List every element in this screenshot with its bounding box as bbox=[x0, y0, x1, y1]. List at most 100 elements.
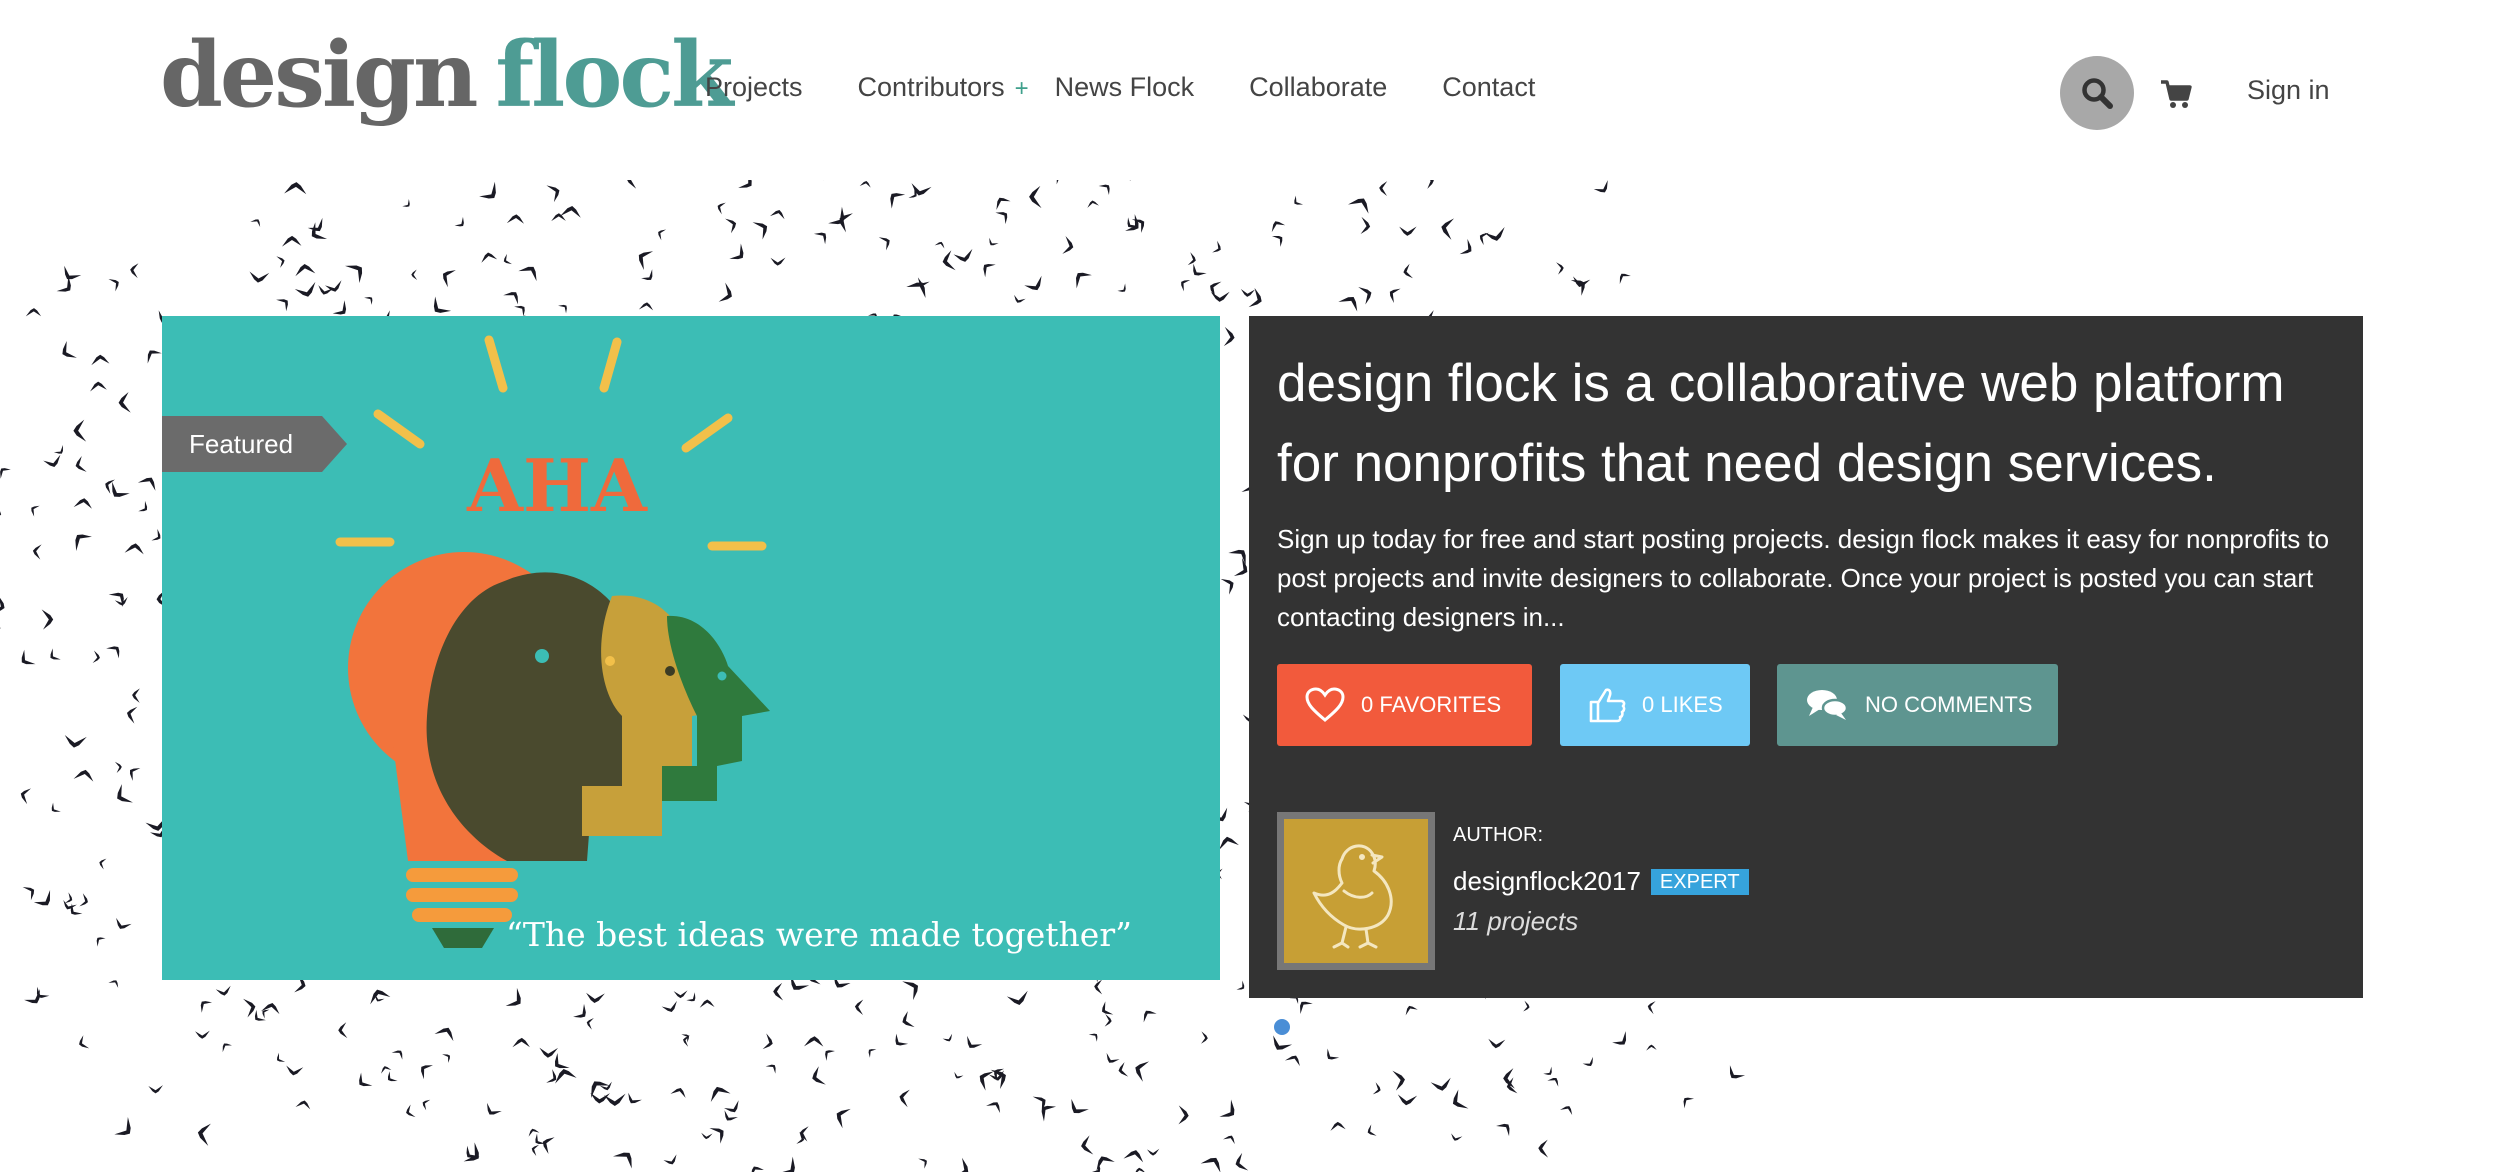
logo-word-flock: flock bbox=[495, 22, 733, 128]
flock-bird bbox=[638, 301, 655, 312]
flock-bird bbox=[1079, 1135, 1094, 1156]
flock-bird bbox=[1724, 1064, 1746, 1084]
flock-bird bbox=[1133, 1167, 1146, 1172]
flock-bird bbox=[514, 301, 529, 318]
flock-bird bbox=[770, 256, 786, 267]
flock-bird bbox=[1035, 1100, 1058, 1122]
flock-bird bbox=[73, 419, 87, 442]
flock-bird bbox=[0, 828, 1, 853]
flock-bird bbox=[1556, 261, 1565, 275]
flock-bird bbox=[1646, 1044, 1657, 1051]
flock-bird bbox=[700, 1131, 713, 1140]
flock-bird bbox=[503, 287, 524, 306]
flock-bird bbox=[585, 991, 605, 1005]
flock-bird bbox=[68, 528, 93, 551]
flock-bird bbox=[506, 213, 525, 225]
flock-bird bbox=[865, 1045, 877, 1058]
flock-bird bbox=[584, 1075, 611, 1098]
author-name-link[interactable]: designflock2017 bbox=[1453, 866, 1641, 897]
flock-bird bbox=[404, 1104, 416, 1120]
sign-in-link[interactable]: Sign in bbox=[2247, 75, 2330, 106]
flock-bird bbox=[1386, 284, 1402, 304]
flock-bird bbox=[1188, 262, 1207, 281]
author-projects-count: 11 projects bbox=[1453, 906, 1579, 936]
flock-bird bbox=[1131, 214, 1149, 234]
comments-button[interactable]: NO COMMENTS bbox=[1777, 664, 2058, 746]
flock-bird bbox=[1358, 283, 1375, 305]
flock-bird bbox=[952, 1071, 964, 1081]
project-title[interactable]: design flock is a collaborative web plat… bbox=[1277, 344, 2337, 504]
flock-bird bbox=[129, 262, 140, 279]
flock-bird bbox=[76, 1034, 90, 1052]
flock-bird bbox=[827, 206, 851, 231]
nav-projects[interactable]: Projects bbox=[705, 72, 803, 103]
flock-bird bbox=[942, 1033, 955, 1044]
flock-bird bbox=[1240, 288, 1256, 298]
flock-bird bbox=[1116, 283, 1130, 295]
flock-bird bbox=[1200, 1031, 1209, 1045]
search-button[interactable] bbox=[2060, 56, 2134, 130]
flock-bird bbox=[546, 181, 563, 203]
flock-bird bbox=[114, 761, 123, 774]
flock-bird bbox=[1088, 1030, 1101, 1043]
flock-bird bbox=[295, 1098, 312, 1111]
flock-bird bbox=[250, 216, 264, 228]
flock-bird bbox=[108, 275, 122, 292]
flock-bird bbox=[41, 609, 54, 630]
flock-bird bbox=[1560, 1103, 1576, 1116]
comments-icon bbox=[1807, 690, 1849, 720]
flock-bird bbox=[0, 788, 3, 801]
nav-collaborate[interactable]: Collaborate bbox=[1249, 72, 1387, 103]
flock-bird bbox=[663, 1154, 680, 1167]
flock-bird bbox=[391, 1046, 407, 1061]
nav-contributors[interactable]: Contributors + bbox=[858, 72, 1029, 103]
flock-bird bbox=[276, 294, 293, 312]
flock-bird bbox=[482, 1101, 502, 1120]
flock-bird bbox=[640, 269, 657, 284]
flock-bird bbox=[504, 987, 527, 1013]
bird-icon bbox=[1312, 844, 1393, 949]
flock-bird bbox=[1103, 1014, 1113, 1028]
flock-bird bbox=[747, 1163, 765, 1172]
flock-bird bbox=[1200, 1152, 1226, 1172]
flock-bird bbox=[1439, 216, 1456, 240]
flock-bird bbox=[1430, 1077, 1453, 1093]
flock-bird bbox=[978, 258, 997, 278]
flock-bird bbox=[73, 767, 96, 784]
featured-project-image[interactable]: AHA “The best ideas were made together” … bbox=[162, 316, 1220, 980]
nav-contact[interactable]: Contact bbox=[1442, 72, 1535, 103]
flock-bird bbox=[685, 992, 699, 1005]
flock-bird bbox=[717, 282, 736, 306]
flock-bird bbox=[531, 1133, 546, 1149]
flock-bird bbox=[1177, 276, 1191, 292]
heart-icon bbox=[1305, 687, 1345, 722]
flock-bird bbox=[1177, 1105, 1190, 1126]
cart-icon[interactable] bbox=[2160, 78, 2192, 110]
nav-news-flock[interactable]: News Flock bbox=[1055, 72, 1195, 103]
flock-bird bbox=[97, 856, 108, 870]
avatar[interactable] bbox=[1277, 812, 1435, 970]
flock-bird bbox=[23, 989, 46, 1009]
flock-bird bbox=[25, 307, 42, 318]
flock-bird bbox=[137, 500, 151, 515]
flock-bird bbox=[48, 802, 61, 816]
main-nav: Projects Contributors + News Flock Collab… bbox=[705, 72, 1590, 103]
likes-button[interactable]: 0 LIKES bbox=[1560, 664, 1750, 746]
flock-bird bbox=[1117, 1061, 1129, 1079]
flock-bird bbox=[773, 982, 784, 1001]
flock-bird bbox=[803, 1035, 825, 1049]
favorites-button[interactable]: 0 FAVORITES bbox=[1277, 664, 1532, 746]
site-logo[interactable]: design flock bbox=[160, 20, 734, 130]
flock-bird bbox=[416, 1060, 434, 1080]
flock-bird bbox=[0, 627, 2, 640]
flock-bird bbox=[73, 496, 94, 511]
flock-bird bbox=[518, 261, 543, 283]
flock-bird bbox=[624, 1091, 642, 1108]
flock-bird bbox=[131, 687, 141, 703]
flock-bird bbox=[480, 251, 498, 263]
flock-bird bbox=[1593, 180, 1613, 197]
flock-bird bbox=[1218, 1099, 1241, 1124]
slider-dot[interactable] bbox=[1274, 1019, 1290, 1035]
flock-bird bbox=[148, 1084, 163, 1094]
favorites-label: 0 FAVORITES bbox=[1361, 692, 1502, 717]
